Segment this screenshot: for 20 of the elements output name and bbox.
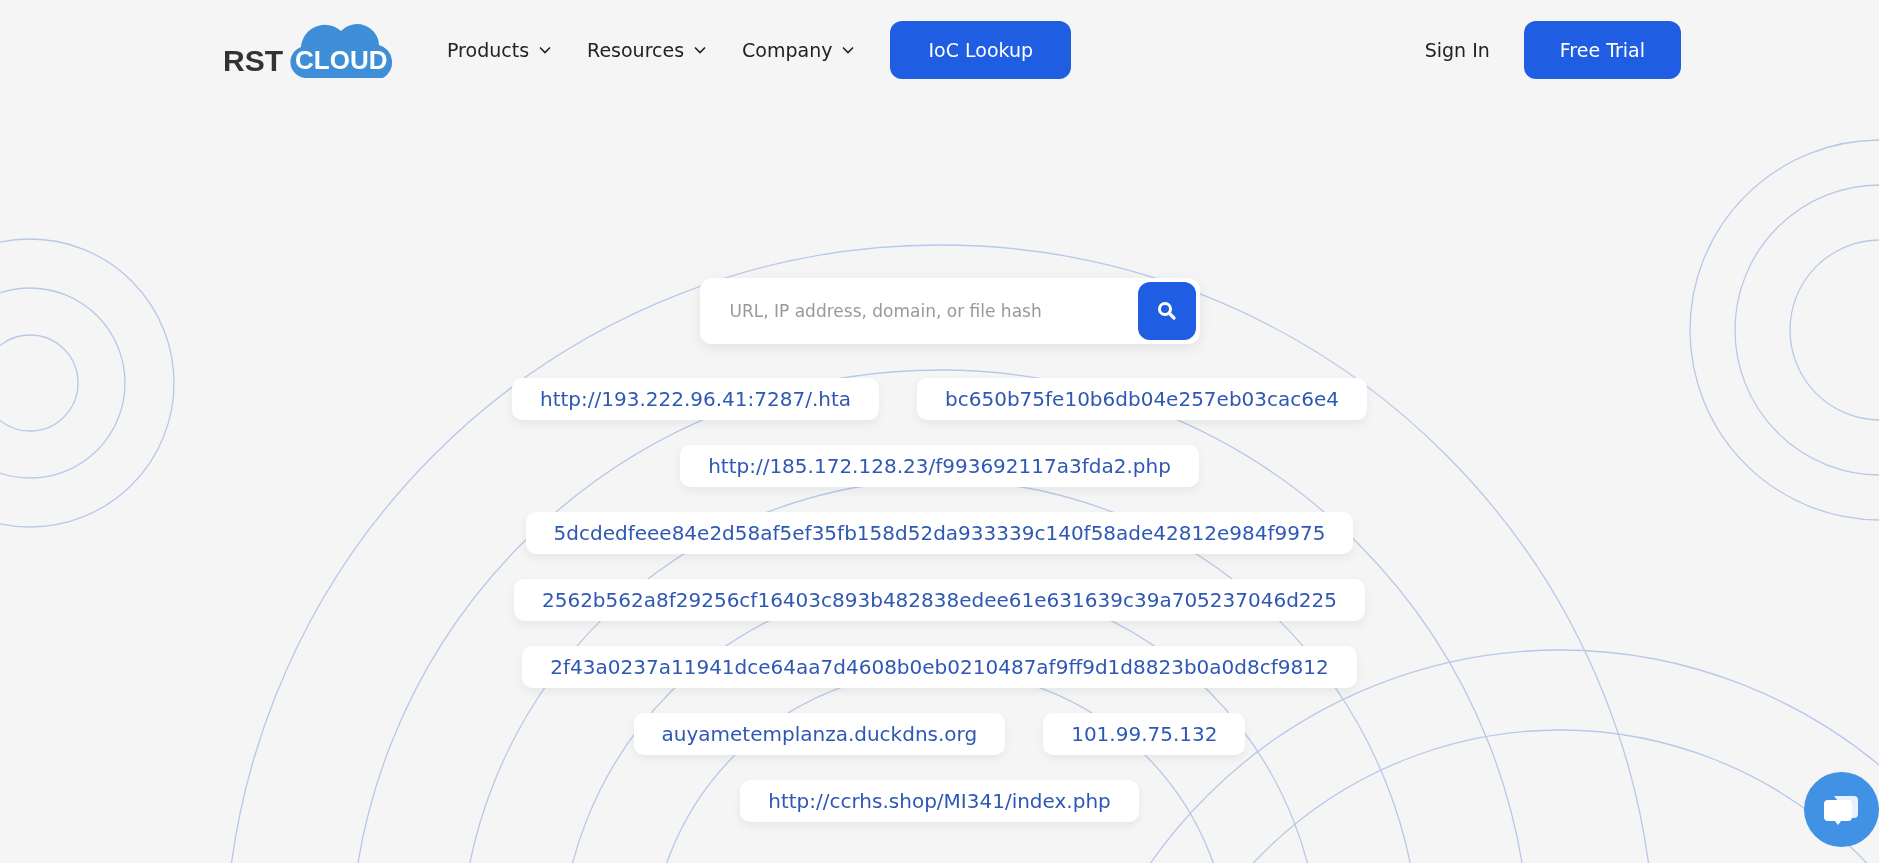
example-link[interactable]: http://193.222.96.41:7287/.hta [511, 378, 880, 420]
chat-icon [1823, 793, 1860, 826]
example-link[interactable]: bc650b75fe10b6db04e257eb03cac6e4 [917, 378, 1368, 420]
free-trial-button[interactable]: Free Trial [1523, 21, 1681, 79]
nav-menu[interactable]: Company [742, 39, 855, 61]
search-field[interactable]: URL, IP address, domain, or file hash [727, 300, 1138, 322]
search-bar[interactable]: URL, IP address, domain, or file hash [699, 278, 1200, 344]
example-link[interactable]: http://ccrhs.shop/MI341/index.php [740, 780, 1139, 822]
example-link[interactable]: 2562b562a8f29256cf16403c893b482838edee61e631639c39a705237046d225 [513, 579, 1366, 621]
example-link[interactable]: 101.99.75.132 [1043, 713, 1246, 755]
nav-menu[interactable]: Products [447, 39, 552, 61]
search-button[interactable] [1137, 282, 1196, 340]
example-link[interactable]: auyametemplanza.duckdns.org [633, 713, 1006, 755]
example-link[interactable]: 5dcdedfeee84e2d58af5ef35fb158d52da933339c140f58ade42812e984f9975 [525, 512, 1354, 554]
search-icon [1156, 301, 1177, 321]
nav-menu[interactable]: Resources [587, 39, 707, 61]
example-link[interactable]: 2f43a0237a11941dce64aa7d4608b0eb0210487af9ff9d1d8823b0a0d8cf9812 [522, 646, 1357, 688]
ioc-lookup-button[interactable]: IoC Lookup [890, 21, 1072, 79]
example-link[interactable]: http://185.172.128.23/f993692117a3fda2.php [680, 445, 1199, 487]
sign-in-link[interactable]: Sign In [1424, 39, 1490, 61]
